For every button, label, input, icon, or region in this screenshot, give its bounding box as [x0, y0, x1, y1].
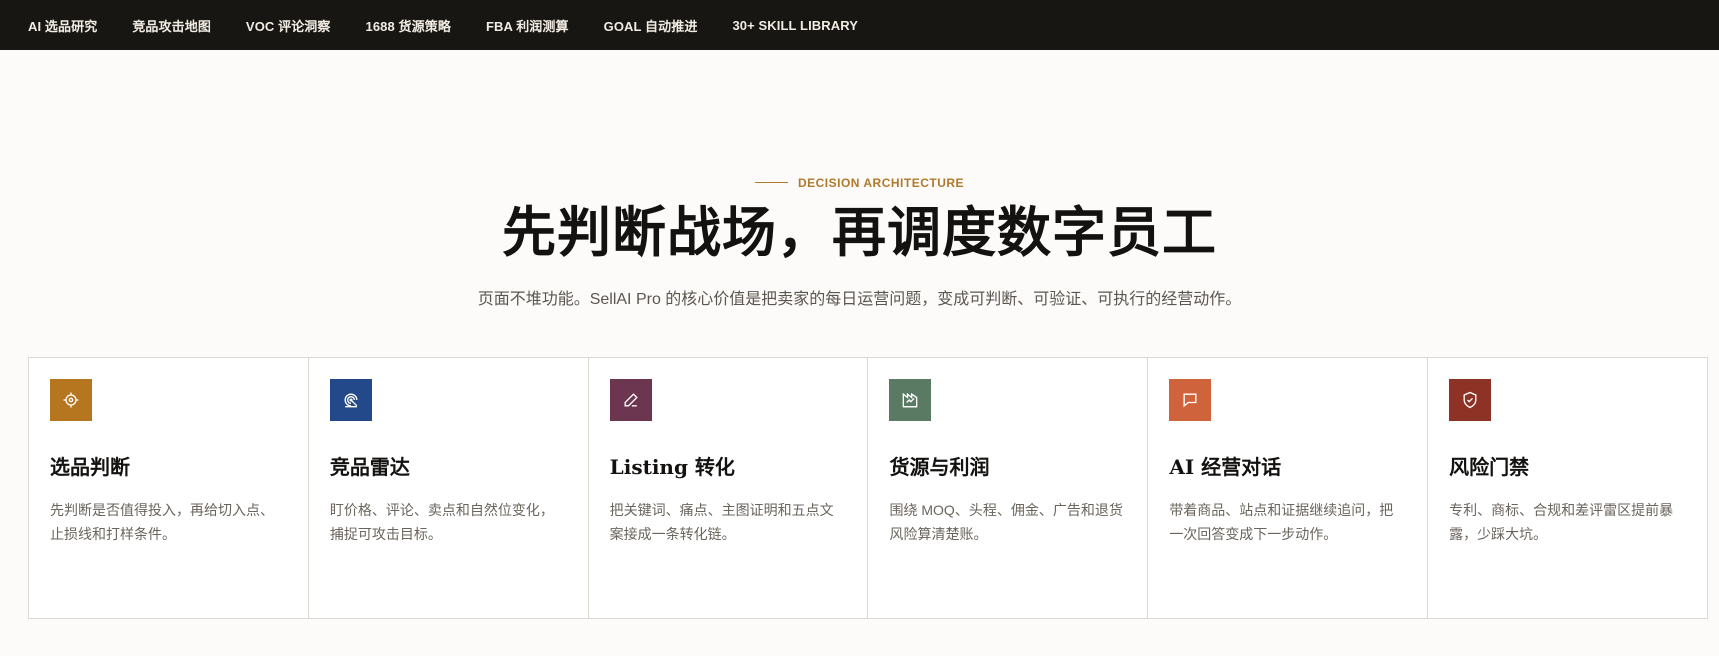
card-title: 选品判断: [50, 455, 130, 479]
eyebrow-rule: [754, 182, 788, 183]
nav-item-voc-insight[interactable]: VOC 评论洞察: [246, 16, 331, 35]
top-navigation: AI 选品研究 竞品攻击地图 VOC 评论洞察 1688 货源策略 FBA 利润…: [0, 0, 1719, 50]
card-title: 货源与利润: [889, 455, 990, 479]
card-description: 盯价格、评论、卖点和自然位变化， 捕捉可攻击目标。: [329, 502, 554, 542]
card-title: 风险门禁: [1449, 455, 1530, 479]
feature-card-risk-gate: 风险门禁 专利、商标、合规和差评雷区提前暴 露，少踩大坑。: [1428, 358, 1707, 618]
nav-item-goal-automation[interactable]: GOAL 自动推进: [604, 16, 698, 35]
feature-card-ai-conversation: AI 经营对话 带着商品、站点和证据继续追问，把 一次回答变成下一步动作。: [1148, 358, 1429, 618]
eyebrow: DECISION ARCHITECTURE: [754, 175, 965, 190]
feature-card-sourcing-profit: 货源与利润 围绕 MOQ、头程、佣金、广告和退货 风险算清楚账。: [868, 358, 1149, 618]
hero-section: DECISION ARCHITECTURE 先判断战场，再调度数字员工 页面不堆…: [0, 50, 1719, 309]
pen-icon: [609, 379, 652, 421]
chat-icon: [1169, 379, 1212, 421]
feature-card-competitor-radar: 竞品雷达 盯价格、评论、卖点和自然位变化， 捕捉可攻击目标。: [309, 358, 589, 618]
nav-item-1688-sourcing[interactable]: 1688 货源策略: [366, 16, 451, 35]
card-title: AI 经营对话: [1169, 455, 1282, 479]
page-headline: 先判断战场，再调度数字员工: [502, 199, 1217, 264]
card-description: 专利、商标、合规和差评雷区提前暴 露，少踩大坑。: [1449, 502, 1674, 542]
nav-item-ai-product-research[interactable]: AI 选品研究: [28, 16, 97, 35]
card-description: 带着商品、站点和证据继续追问，把 一次回答变成下一步动作。: [1169, 502, 1394, 542]
feature-cards: 选品判断 先判断是否值得投入，再给切入点、 止损线和打样条件。 竞品雷达 盯价格、…: [28, 357, 1708, 619]
card-description: 先判断是否值得投入，再给切入点、 止损线和打样条件。: [50, 502, 274, 542]
target-icon: [50, 379, 92, 421]
card-description: 把关键词、痛点、主图证明和五点文 案接成一条转化链。: [609, 502, 834, 542]
shield-check-icon: [1449, 379, 1492, 421]
nav-item-fba-profit[interactable]: FBA 利润测算: [486, 16, 569, 35]
page-subtitle: 页面不堆功能。SellAI Pro 的核心价值是把卖家的每日运营问题，变成可判断…: [477, 290, 1242, 308]
nav-item-skill-library[interactable]: 30+ SKILL LIBRARY: [732, 18, 858, 33]
feature-card-product-selection: 选品判断 先判断是否值得投入，再给切入点、 止损线和打样条件。: [29, 358, 309, 618]
factory-icon: [889, 379, 932, 421]
eyebrow-text: DECISION ARCHITECTURE: [797, 175, 965, 190]
card-title: 竞品雷达: [329, 455, 410, 479]
radar-icon: [329, 379, 372, 421]
nav-item-competitor-map[interactable]: 竞品攻击地图: [132, 16, 211, 35]
card-description: 围绕 MOQ、头程、佣金、广告和退货 风险算清楚账。: [889, 502, 1123, 542]
feature-card-listing-conversion: Listing 转化 把关键词、痛点、主图证明和五点文 案接成一条转化链。: [589, 358, 869, 618]
card-title: Listing 转化: [609, 455, 735, 479]
